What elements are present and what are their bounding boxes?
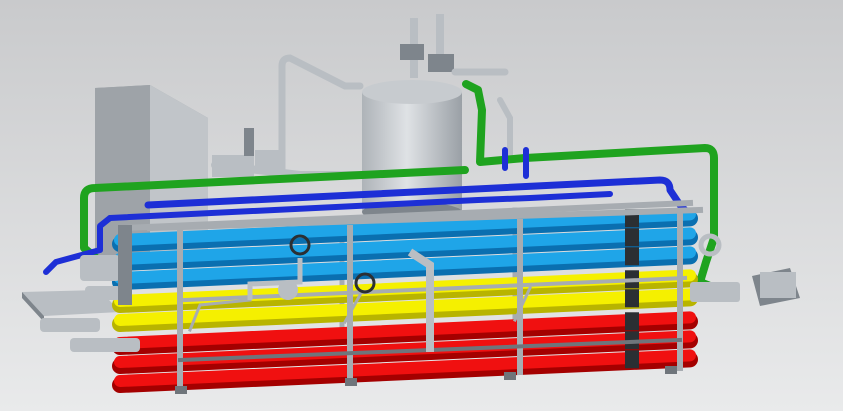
tube-end-coupling — [625, 289, 639, 308]
tube-end-coupling — [625, 350, 639, 369]
tube-end-coupling — [625, 312, 639, 331]
tube-end-coupling — [625, 247, 639, 266]
cad-render-scene — [0, 0, 843, 411]
heat-exchanger-render — [0, 0, 843, 411]
tube-end-coupling — [625, 228, 639, 247]
